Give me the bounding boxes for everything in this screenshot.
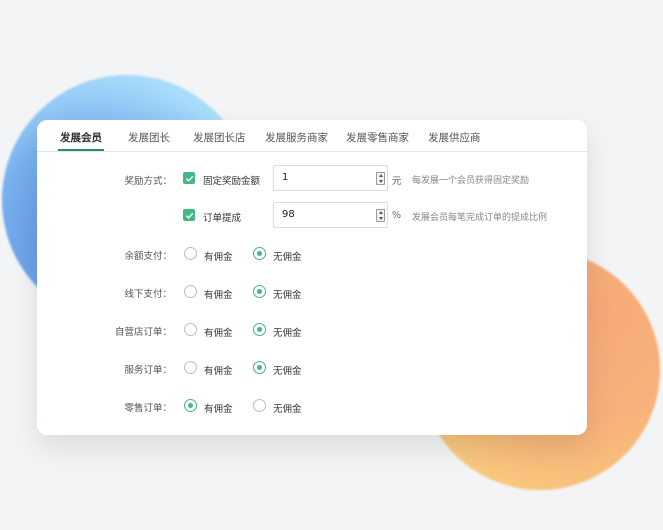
order-commission-input[interactable]: 98 [273,202,388,228]
tab-bar: 发展会员 发展团长 发展团长店 发展服务商家 发展零售商家 发展供应商 [37,120,587,152]
tab-develop-service-merchant[interactable]: 发展服务商家 [265,130,328,145]
order-commission-value: 98 [282,209,295,220]
balance-payment-no-label: 无佣金 [273,252,302,263]
retail-order-no-radio[interactable] [253,399,266,412]
fixed-reward-amount-input[interactable]: 1 [273,165,388,191]
offline-payment-label: 线下支付： [124,289,172,300]
fixed-reward-checkbox[interactable] [183,172,195,184]
order-commission-hint: 发展会员每笔完成订单的提成比例 [412,213,548,223]
self-store-order-no-label: 无佣金 [273,328,302,339]
tab-develop-member[interactable]: 发展会员 [60,130,102,145]
check-icon [185,175,193,182]
tab-develop-group-leader-store[interactable]: 发展团长店 [193,130,246,145]
tab-develop-supplier[interactable]: 发展供应商 [428,130,481,145]
tab-develop-group-leader[interactable]: 发展团长 [128,130,170,145]
retail-order-yes-label: 有佣金 [204,404,233,415]
order-commission-label: 订单提成 [203,213,242,224]
balance-payment-yes-label: 有佣金 [204,252,233,263]
service-order-no-label: 无佣金 [273,366,302,377]
fixed-reward-label: 固定奖励金额 [203,176,261,187]
offline-payment-no-radio[interactable] [253,285,266,298]
offline-payment-yes-radio[interactable] [184,285,197,298]
retail-order-label: 零售订单： [124,403,172,414]
order-commission-stepper[interactable] [376,209,385,222]
tab-develop-retail-merchant[interactable]: 发展零售商家 [346,130,409,145]
reward-method-label: 奖励方式： [124,176,172,187]
order-commission-unit: % [392,210,402,221]
self-store-order-label: 自营店订单： [114,327,172,338]
active-tab-indicator [58,149,104,151]
service-order-yes-label: 有佣金 [204,366,233,377]
retail-order-yes-radio[interactable] [184,399,197,412]
self-store-order-yes-radio[interactable] [184,323,197,336]
balance-payment-yes-radio[interactable] [184,247,197,260]
balance-payment-no-radio[interactable] [253,247,266,260]
fixed-reward-hint: 每发展一个会员获得固定奖励 [412,176,530,186]
fixed-reward-stepper[interactable] [376,172,385,185]
service-order-yes-radio[interactable] [184,361,197,374]
service-order-no-radio[interactable] [253,361,266,374]
service-order-label: 服务订单： [124,365,172,376]
fixed-reward-amount-value: 1 [282,172,289,183]
settings-card: 发展会员 发展团长 发展团长店 发展服务商家 发展零售商家 发展供应商 奖励方式… [37,120,587,435]
fixed-reward-unit: 元 [392,176,402,187]
retail-order-no-label: 无佣金 [273,404,302,415]
balance-payment-label: 余额支付： [124,251,172,262]
check-icon [185,212,193,219]
self-store-order-yes-label: 有佣金 [204,328,233,339]
offline-payment-yes-label: 有佣金 [204,290,233,301]
order-commission-checkbox[interactable] [183,209,195,221]
offline-payment-no-label: 无佣金 [273,290,302,301]
self-store-order-no-radio[interactable] [253,323,266,336]
